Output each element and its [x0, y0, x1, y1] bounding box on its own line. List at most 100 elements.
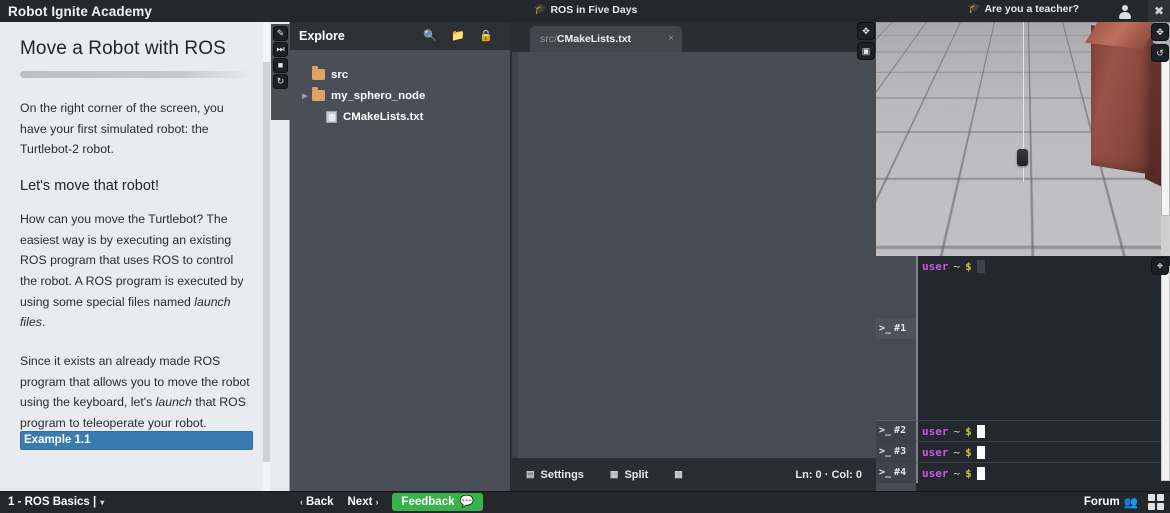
terminal-expand-icon[interactable]: ✥: [1151, 257, 1169, 275]
folder-icon: [312, 87, 325, 101]
sim-buttons: ✥ ↺: [1151, 23, 1169, 62]
terminal-tab-4[interactable]: >_ #4: [876, 462, 916, 483]
terminal-tab-2[interactable]: >_ #2: [876, 420, 916, 441]
chevron-left-icon: ‹: [300, 497, 303, 507]
editor-split-label: Split: [624, 468, 649, 481]
editor-console-icon[interactable]: ▣: [857, 42, 875, 60]
prompt-icon: >_: [879, 445, 892, 457]
split-panes-icon: ▦: [609, 469, 619, 479]
course-selector-label: 1 - ROS Basics |: [8, 496, 97, 508]
tree-item-label: my_sphero_node: [331, 89, 426, 102]
avatar[interactable]: [1112, 0, 1138, 22]
editor-gutter: [512, 52, 518, 458]
more-panes-icon: ▦: [674, 469, 683, 479]
stop-square-icon[interactable]: ■: [273, 58, 288, 73]
sim-scrollbar-thumb[interactable]: [1161, 56, 1170, 216]
close-icon[interactable]: ×: [668, 34, 674, 44]
app-grid-icon[interactable]: [1148, 494, 1164, 510]
prompt-path: ~: [953, 425, 961, 438]
prompt-user: user: [922, 467, 949, 480]
lesson-p3-emphasis: launch: [155, 395, 192, 410]
app-brand-title: Robot Ignite Academy: [8, 3, 153, 19]
lesson-scrollbar-thumb[interactable]: [263, 62, 270, 462]
editor-text-area[interactable]: [510, 52, 876, 458]
tab-cmakelists[interactable]: src/ CMakeLists.txt ×: [530, 26, 682, 52]
terminal-prompt-line: user ~ $: [918, 256, 1170, 277]
title-divider: [20, 71, 252, 78]
forum-link[interactable]: Forum 👥: [1084, 495, 1138, 509]
prompt-symbol: $: [965, 260, 972, 273]
terminal-cursor: [976, 446, 985, 459]
chevron-right-icon: ›: [375, 497, 379, 507]
terminal-tab-3[interactable]: >_ #3: [876, 441, 916, 462]
editor-settings-label: Settings: [540, 468, 584, 481]
teacher-link[interactable]: 🎓 Are you a teacher?: [968, 3, 1079, 15]
forum-link-label: Forum: [1083, 496, 1120, 508]
terminal-output-3[interactable]: user ~ $: [916, 441, 1170, 462]
explore-panel: Explore 🔍 📁 🔒 src ▶ my_sphero_node CMake…: [290, 22, 510, 491]
editor-status-bar: ▤ Settings ▦ Split ▦ Ln: 0 · Col: 0: [510, 458, 876, 491]
lesson-p2-b: .: [41, 315, 46, 330]
editor-expand-icon[interactable]: ✥: [857, 22, 875, 40]
editor-more-panes-button[interactable]: ▦: [674, 469, 683, 480]
terminal-output-4[interactable]: user ~ $: [916, 462, 1170, 483]
editor-split-button[interactable]: ▦ Split: [610, 469, 648, 481]
next-button-label: Next: [347, 496, 373, 508]
editor-cursor-position: Ln: 0 · Col: 0: [795, 468, 862, 481]
tree-item-my-sphero-node[interactable]: ▶ my_sphero_node: [290, 85, 510, 106]
prompt-user: user: [922, 446, 949, 459]
graduation-cap-icon: 🎓: [534, 4, 547, 15]
editor-settings-button[interactable]: ▤ Settings: [526, 469, 584, 481]
bottom-bar-divider: [0, 491, 1170, 492]
lesson-subtitle: Let's move that robot!: [20, 177, 159, 194]
course-link[interactable]: 🎓 ROS in Five Days: [534, 4, 637, 16]
prompt-path: ~: [953, 260, 961, 273]
simulation-panel[interactable]: ✥ ↺: [876, 22, 1170, 256]
chevron-down-icon: ▾: [100, 497, 105, 507]
terminal-prompt-line: user ~ $: [918, 463, 1170, 484]
file-tree: src ▶ my_sphero_node CMakeLists.txt: [290, 50, 510, 127]
skip-next-icon[interactable]: ⏭: [273, 42, 288, 57]
bottom-bar-right: Forum 👥: [1084, 491, 1164, 513]
chevron-right-icon[interactable]: ▶: [298, 92, 312, 100]
sim-expand-icon[interactable]: ✥: [1151, 23, 1169, 41]
terminal-scrollbar[interactable]: [1161, 266, 1170, 481]
reload-icon[interactable]: ↻: [273, 74, 288, 89]
terminal-cursor: [976, 467, 985, 480]
terminal-tab-label: #3: [894, 445, 907, 457]
sim-reload-icon[interactable]: ↺: [1151, 44, 1169, 62]
course-link-label: ROS in Five Days: [550, 4, 638, 16]
page-title: Move a Robot with ROS: [20, 38, 226, 59]
feedback-button[interactable]: Feedback 💬: [392, 493, 483, 511]
terminal-tab-1[interactable]: >_ #1: [876, 318, 916, 339]
next-button[interactable]: Next ›: [348, 496, 379, 508]
prompt-path: ~: [953, 467, 961, 480]
editor-side-buttons: ✥ ▣: [857, 22, 877, 60]
prompt-path: ~: [953, 446, 961, 459]
sliders-icon: ▤: [526, 469, 535, 479]
top-bar: Robot Ignite Academy 🎓 ROS in Five Days …: [0, 0, 1170, 22]
tree-item-src[interactable]: src: [290, 64, 510, 85]
terminal-output-2[interactable]: user ~ $: [916, 420, 1170, 441]
prompt-icon: >_: [879, 466, 892, 478]
file-icon: [326, 110, 337, 123]
terminal-prompt-line: user ~ $: [918, 442, 1170, 463]
search-icon[interactable]: 🔍: [416, 30, 444, 42]
course-selector[interactable]: 1 - ROS Basics | ▾: [0, 496, 104, 508]
terminal-buttons: ✥: [1151, 257, 1169, 275]
speech-bubble-icon: 💬: [459, 496, 474, 508]
close-icon[interactable]: ✖: [1148, 0, 1170, 22]
pencil-icon[interactable]: ✎: [273, 26, 288, 41]
tree-item-label: src: [331, 68, 349, 81]
example-block-label: Example 1.1: [24, 434, 91, 446]
lesson-paragraph-2: How can you move the Turtlebot? The easi…: [20, 209, 252, 333]
explore-header: Explore 🔍 📁 🔒: [290, 22, 510, 50]
terminal-output-1[interactable]: user ~ $: [916, 256, 1170, 420]
back-button[interactable]: ‹ Back: [300, 496, 334, 508]
user-avatar-icon: [1119, 4, 1131, 19]
tree-item-cmakelists[interactable]: CMakeLists.txt: [290, 106, 510, 127]
new-folder-icon[interactable]: 📁: [444, 30, 472, 42]
lock-icon[interactable]: 🔒: [472, 30, 500, 42]
prompt-icon: >_: [879, 323, 892, 334]
prompt-symbol: $: [965, 446, 972, 459]
